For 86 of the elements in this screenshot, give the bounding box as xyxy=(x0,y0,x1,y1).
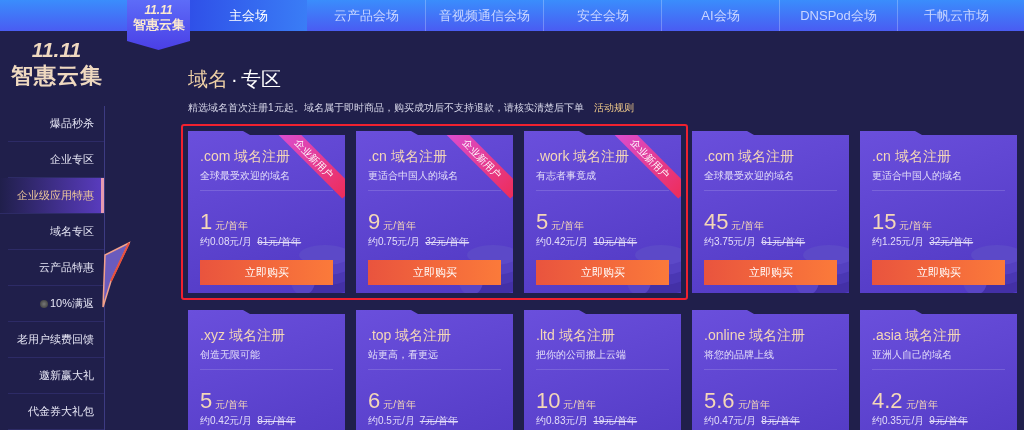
original-price: 8元/首年 xyxy=(761,415,800,427)
original-price: 19元/首年 xyxy=(593,415,638,427)
price-unit: 元/首年 xyxy=(563,398,597,412)
sidebar-item[interactable]: 邀新赢大礼 xyxy=(8,358,104,394)
price-unit: 元/首年 xyxy=(899,219,933,233)
price: 6 xyxy=(368,389,381,413)
sidebar-item[interactable]: 爆品秒杀 xyxy=(8,106,104,142)
nav-tab[interactable]: AI会场 xyxy=(661,0,779,31)
card-subtitle: 亚洲人自己的域名 xyxy=(872,348,1005,370)
title-separator: · xyxy=(231,67,238,92)
card-subtitle: 全球最受欢迎的域名 xyxy=(704,169,837,191)
sidebar-item[interactable]: 代金券大礼包 xyxy=(8,394,104,430)
price-unit: 元/首年 xyxy=(737,398,771,412)
buy-button[interactable]: 立即购买 xyxy=(704,260,837,285)
price: 1 xyxy=(200,210,213,234)
section-title: 专区 xyxy=(240,67,281,92)
original-price: 61元/首年 xyxy=(257,236,302,248)
monthly-price: 约3.75元/月 xyxy=(704,236,757,248)
badge-title: 智惠云集 xyxy=(132,17,185,33)
original-price: 10元/首年 xyxy=(593,236,638,248)
monthly-price: 约0.5元/月 xyxy=(368,415,415,427)
card-title: .top 域名注册 xyxy=(368,326,452,345)
card-title: .asia 域名注册 xyxy=(872,326,962,345)
sidebar-item[interactable]: 企业专区 xyxy=(8,142,104,178)
coin-icon xyxy=(39,299,48,308)
price-unit: 元/首年 xyxy=(731,219,765,233)
price: 10 xyxy=(536,389,561,413)
price-unit: 元/首年 xyxy=(551,219,585,233)
buy-button[interactable]: 立即购买 xyxy=(368,260,501,285)
price: 45 xyxy=(704,210,729,234)
price: 15 xyxy=(872,210,897,234)
price-unit: 元/首年 xyxy=(383,219,417,233)
original-price: 32元/首年 xyxy=(425,236,470,248)
original-price: 61元/首年 xyxy=(761,236,806,248)
sidebar-item[interactable]: 企业级应用特惠 xyxy=(0,178,104,214)
original-price: 32元/首年 xyxy=(929,236,974,248)
section-description: 精选域名首次注册1元起。域名属于即时商品，购买成功后不支持退款，请核实清楚后下单 xyxy=(188,101,584,115)
monthly-price: 约0.42元/月 xyxy=(536,236,589,248)
card-title: .cn 域名注册 xyxy=(368,147,447,166)
section-title-highlight: 域名 xyxy=(188,67,228,92)
price-unit: 元/首年 xyxy=(215,219,249,233)
original-price: 8元/首年 xyxy=(257,415,296,427)
rules-link[interactable]: 活动规则 xyxy=(593,101,634,115)
price-unit: 元/首年 xyxy=(905,398,939,412)
price-unit: 元/首年 xyxy=(383,398,417,412)
monthly-price: 约0.42元/月 xyxy=(200,415,253,427)
nav-tab[interactable]: 千帆云市场 xyxy=(897,0,1015,31)
card-title: .com 域名注册 xyxy=(200,147,291,166)
price: 4.2 xyxy=(872,389,903,413)
card-subtitle: 将您的品牌上线 xyxy=(704,348,837,370)
card-title: .xyz 域名注册 xyxy=(200,326,285,345)
sidebar-item[interactable]: 域名专区 xyxy=(8,214,104,250)
original-price: 7元/首年 xyxy=(419,415,459,427)
price: 5 xyxy=(536,210,549,234)
card-subtitle: 把你的公司搬上云端 xyxy=(536,348,669,370)
monthly-price: 约0.83元/月 xyxy=(536,415,589,427)
card-title: .online 域名注册 xyxy=(704,326,806,345)
card-title: .work 域名注册 xyxy=(536,147,630,166)
logo-title: 智惠云集 xyxy=(10,62,103,90)
nav-tab[interactable]: 主会场 xyxy=(189,0,307,31)
logo-date: 11.11 xyxy=(31,38,82,62)
price-unit: 元/首年 xyxy=(215,398,249,412)
buy-button[interactable]: 立即购买 xyxy=(536,260,669,285)
monthly-price: 约1.25元/月 xyxy=(872,236,925,248)
monthly-price: 约0.47元/月 xyxy=(704,415,757,427)
nav-tab[interactable]: DNSPod会场 xyxy=(779,0,897,31)
sidebar-item[interactable]: 老用户续费回馈 xyxy=(8,322,104,358)
nav-tab[interactable]: 云产品会场 xyxy=(307,0,425,31)
nav-tab[interactable]: 安全会场 xyxy=(543,0,661,31)
buy-button[interactable]: 立即购买 xyxy=(872,260,1005,285)
price: 9 xyxy=(368,210,381,234)
monthly-price: 约0.08元/月 xyxy=(200,236,253,248)
original-price: 9元/首年 xyxy=(929,415,968,427)
price: 5 xyxy=(200,389,213,413)
nav-tab[interactable]: 音视频通信会场 xyxy=(425,0,543,31)
monthly-price: 约0.35元/月 xyxy=(872,415,925,427)
card-subtitle: 创造无限可能 xyxy=(200,348,333,370)
card-subtitle: 更适合中国人的域名 xyxy=(872,169,1005,191)
buy-button[interactable]: 立即购买 xyxy=(200,260,333,285)
card-subtitle: 站更高，看更远 xyxy=(368,348,501,370)
monthly-price: 约0.75元/月 xyxy=(368,236,421,248)
card-title: .ltd 域名注册 xyxy=(536,326,615,345)
badge-date: 11.11 xyxy=(144,4,173,17)
card-title: .cn 域名注册 xyxy=(872,147,951,166)
price: 5.6 xyxy=(704,389,735,413)
card-title: .com 域名注册 xyxy=(704,147,795,166)
